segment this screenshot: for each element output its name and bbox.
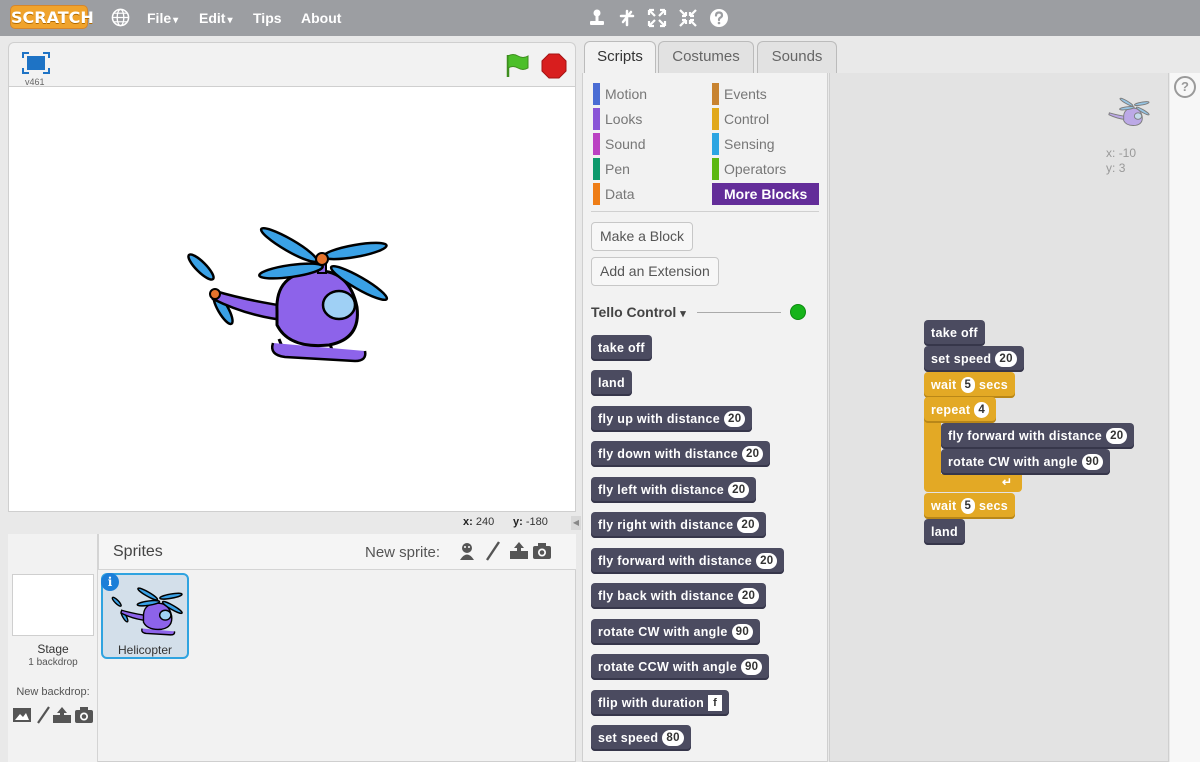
stop-icon[interactable]: [541, 53, 567, 79]
upload-backdrop-icon[interactable]: [52, 706, 72, 724]
sprites-header: Sprites New sprite:: [98, 534, 576, 570]
sprite-y-readout: y: 3: [1106, 161, 1126, 175]
scripts-area[interactable]: [829, 73, 1169, 762]
palette-block-fly-down[interactable]: fly down with distance 20: [591, 441, 771, 467]
script-block-set-speed[interactable]: set speed 20: [924, 346, 1024, 372]
edit-menu[interactable]: Edit ▾: [199, 10, 232, 29]
mouse-coordinates-y: y: -180: [513, 516, 548, 528]
palette-block-rotate-ccw[interactable]: rotate CCW with angle 90: [591, 654, 770, 680]
menu-bar: SCRATCH File ▾ Edit ▾ Tips About: [0, 0, 1200, 36]
palette-block-set-speed[interactable]: set speed 80: [591, 725, 691, 751]
make-a-block-button[interactable]: Make a Block: [591, 222, 694, 251]
category-data[interactable]: Data: [593, 183, 701, 205]
extension-divider: [697, 312, 781, 313]
sprites-title: Sprites: [113, 543, 163, 560]
stage-label: Stage: [37, 642, 69, 656]
script-block-wait[interactable]: wait 5 secs: [924, 372, 1016, 398]
tips-menu[interactable]: Tips: [253, 10, 282, 26]
scratch-logo[interactable]: SCRATCH: [10, 5, 94, 29]
extension-status-indicator: [790, 304, 806, 320]
script-block-take-off[interactable]: take off: [924, 320, 985, 346]
category-looks[interactable]: Looks: [593, 108, 701, 130]
right-strip: [1170, 73, 1200, 762]
sprite-name-label: Helicopter: [117, 643, 173, 657]
collapse-arrow-icon[interactable]: ◀: [571, 516, 581, 530]
palette-block-fly-right[interactable]: fly right with distance 20: [591, 512, 766, 538]
palette-block-flip[interactable]: flip with duration f: [591, 690, 730, 716]
upload-sprite-icon[interactable]: [509, 541, 529, 561]
category-sound[interactable]: Sound: [593, 133, 701, 155]
palette-block-fly-forward[interactable]: fly forward with distance 20: [591, 548, 785, 574]
tab-scripts[interactable]: Scripts: [584, 41, 656, 74]
script-block-wait-2[interactable]: wait 5 secs: [924, 493, 1016, 519]
category-control[interactable]: Control: [712, 108, 820, 130]
stage-canvas[interactable]: [8, 86, 576, 512]
extension-title[interactable]: Tello Control ▾: [591, 304, 686, 320]
category-more-blocks[interactable]: More Blocks: [712, 183, 819, 205]
palette-block-fly-back[interactable]: fly back with distance 20: [591, 583, 767, 609]
backdrop-count: 1 backdrop: [28, 657, 78, 668]
new-backdrop-label: New backdrop:: [16, 686, 90, 698]
category-motion[interactable]: Motion: [593, 83, 701, 105]
tab-costumes[interactable]: Costumes: [658, 41, 754, 73]
language-globe-icon[interactable]: [111, 8, 130, 27]
palette-block-land[interactable]: land: [591, 370, 632, 396]
sprite-library-icon[interactable]: [457, 541, 477, 561]
current-sprite-thumbnail: [1108, 97, 1150, 126]
palette-block-take-off[interactable]: take off: [591, 335, 652, 361]
stage-column: Stage 1 backdrop New backdrop:: [8, 534, 98, 762]
grow-icon[interactable]: [647, 8, 667, 28]
script-block-land[interactable]: land: [924, 519, 965, 545]
palette-divider: [591, 211, 819, 212]
palette-block-fly-left[interactable]: fly left with distance 20: [591, 477, 757, 503]
camera-backdrop-icon[interactable]: [74, 706, 94, 724]
paint-backdrop-icon[interactable]: [34, 706, 54, 724]
add-extension-button[interactable]: Add an Extension: [591, 257, 719, 286]
sprite-x-readout: x: -10: [1106, 146, 1137, 160]
category-operators[interactable]: Operators: [712, 158, 820, 180]
script-block-fly-forward[interactable]: fly forward with distance 20: [941, 423, 1135, 449]
tab-sounds[interactable]: Sounds: [757, 41, 837, 73]
stage-header: v461: [8, 42, 576, 87]
category-pen[interactable]: Pen: [593, 158, 701, 180]
sprite-tile-helicopter[interactable]: i Helicopter: [101, 573, 189, 659]
mouse-coordinates: x: 240: [463, 516, 495, 528]
paint-sprite-icon[interactable]: [483, 541, 503, 561]
category-sensing[interactable]: Sensing: [712, 133, 820, 155]
delete-scissors-icon[interactable]: [617, 8, 637, 28]
shrink-icon[interactable]: [678, 8, 698, 28]
backdrop-library-icon[interactable]: [12, 706, 32, 724]
file-menu[interactable]: File ▾: [147, 10, 178, 29]
helicopter-thumbnail: [111, 587, 183, 636]
camera-sprite-icon[interactable]: [532, 541, 552, 561]
block-palette: Motion Looks Sound Pen Data Events Contr…: [582, 73, 828, 762]
category-events[interactable]: Events: [712, 83, 820, 105]
stage-thumbnail[interactable]: [12, 574, 94, 636]
presentation-mode-icon[interactable]: [21, 51, 51, 75]
about-menu[interactable]: About: [301, 10, 341, 26]
script-block-repeat[interactable]: repeat 4: [924, 397, 997, 423]
new-sprite-label: New sprite:: [365, 544, 441, 561]
palette-block-rotate-cw[interactable]: rotate CW with angle 90: [591, 619, 761, 645]
green-flag-icon[interactable]: [503, 51, 531, 79]
repeat-loop-arrow-icon: ↵: [1002, 475, 1013, 489]
duplicate-stamp-icon[interactable]: [587, 8, 607, 28]
script-block-rotate-cw[interactable]: rotate CW with angle 90: [941, 449, 1111, 475]
help-icon[interactable]: ?: [1174, 76, 1196, 98]
helicopter-sprite[interactable]: [179, 221, 395, 371]
help-icon[interactable]: [709, 8, 729, 28]
palette-block-fly-up[interactable]: fly up with distance 20: [591, 406, 753, 432]
